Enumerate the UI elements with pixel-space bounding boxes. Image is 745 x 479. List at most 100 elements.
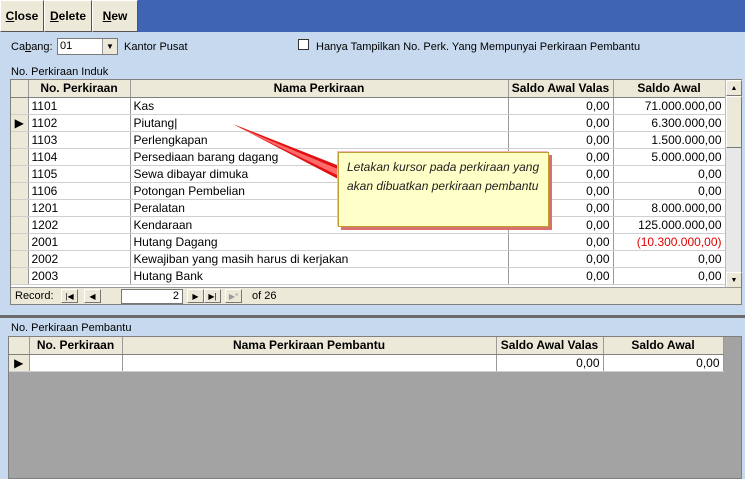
prev-record-icon[interactable]: ◀ — [84, 289, 101, 303]
cell-saldo-awal-valas[interactable]: 0,00 — [508, 131, 614, 149]
dropdown-arrow-icon[interactable]: ▼ — [102, 39, 117, 54]
pembantu-header-saldo-awal-valas[interactable]: Saldo Awal Valas — [496, 337, 604, 355]
close-button-label: lose — [14, 9, 39, 23]
pembantu-header-nama[interactable]: Nama Perkiraan Pembantu — [122, 337, 497, 355]
cabang-label-part2: ang: — [31, 41, 53, 53]
cell-nama-perkiraan-pembantu[interactable] — [122, 354, 497, 372]
cell-no-perkiraan[interactable]: 1104 — [28, 148, 131, 166]
cell-saldo-awal[interactable]: 0,00 — [613, 182, 726, 200]
cell-no-perkiraan[interactable]: 1102 — [28, 114, 131, 132]
cell-saldo-awal[interactable]: 71.000.000,00 — [613, 97, 726, 115]
cell-saldo-awal[interactable]: 0,00 — [603, 354, 724, 372]
row-selector[interactable] — [11, 97, 29, 115]
cell-nama-perkiraan[interactable]: Hutang Dagang — [130, 233, 509, 251]
row-selector[interactable] — [11, 148, 29, 166]
pembantu-grid: No. Perkiraan Nama Perkiraan Pembantu Sa… — [8, 336, 742, 479]
induk-vertical-scrollbar[interactable]: ▲ ▼ — [725, 80, 742, 288]
cell-saldo-awal-valas[interactable]: 0,00 — [496, 354, 604, 372]
cell-nama-perkiraan[interactable]: Kas — [130, 97, 509, 115]
cell-saldo-awal[interactable]: 0,00 — [613, 267, 726, 285]
pembantu-section-label: No. Perkiraan Pembantu — [11, 322, 132, 334]
header-selector — [11, 80, 29, 98]
cell-no-perkiraan[interactable]: 1202 — [28, 216, 131, 234]
table-row[interactable]: 2001 Hutang Dagang 0,00 (10.300.000,00) — [11, 233, 726, 251]
delete-button[interactable]: Delete — [44, 0, 92, 32]
scroll-up-icon[interactable]: ▲ — [726, 80, 742, 96]
kantor-label: Kantor Pusat — [124, 41, 188, 53]
record-navigator: Record: |◀ ◀ 2 ▶ ▶| ▶* of 26 — [11, 287, 741, 304]
last-record-icon[interactable]: ▶| — [204, 289, 221, 303]
cell-nama-perkiraan[interactable]: Hutang Bank — [130, 267, 509, 285]
cell-no-perkiraan[interactable]: 1106 — [28, 182, 131, 200]
cell-saldo-awal[interactable]: 6.300.000,00 — [613, 114, 726, 132]
header-no-perkiraan[interactable]: No. Perkiraan — [28, 80, 131, 98]
pembantu-header-selector — [9, 337, 30, 355]
cell-nama-perkiraan[interactable]: Kewajiban yang masih harus di kerjakan — [130, 250, 509, 268]
table-row[interactable]: 2003 Hutang Bank 0,00 0,00 — [11, 267, 726, 285]
cell-saldo-awal-valas[interactable]: 0,00 — [508, 97, 614, 115]
cell-no-perkiraan[interactable]: 2002 — [28, 250, 131, 268]
text-cursor: | — [174, 115, 178, 130]
table-row[interactable]: 1101 Kas 0,00 71.000.000,00 — [11, 97, 726, 115]
header-saldo-awal[interactable]: Saldo Awal — [613, 80, 726, 98]
row-selector[interactable] — [11, 267, 29, 285]
next-record-icon[interactable]: ▶ — [187, 289, 204, 303]
scroll-down-icon[interactable]: ▼ — [726, 272, 742, 288]
cell-saldo-awal[interactable]: 125.000.000,00 — [613, 216, 726, 234]
row-selector[interactable] — [11, 250, 29, 268]
close-button-accesskey: C — [5, 9, 15, 23]
close-button[interactable]: Close — [0, 0, 44, 32]
cell-no-perkiraan[interactable]: 1103 — [28, 131, 131, 149]
table-row[interactable]: 1103 Perlengkapan 0,00 1.500.000,00 — [11, 131, 726, 149]
row-selector[interactable] — [11, 199, 29, 217]
cell-no-perkiraan[interactable]: 2001 — [28, 233, 131, 251]
cell-saldo-awal-valas[interactable]: 0,00 — [508, 250, 614, 268]
cell-saldo-awal-valas[interactable]: 0,00 — [508, 267, 614, 285]
cabang-value: 01 — [60, 40, 73, 52]
cell-nama-perkiraan[interactable]: Perlengkapan — [130, 131, 509, 149]
toolbar: Close Delete New — [0, 0, 745, 32]
cell-saldo-awal[interactable]: 0,00 — [613, 250, 726, 268]
cell-saldo-awal[interactable]: (10.300.000,00) — [613, 233, 726, 251]
cell-no-perkiraan[interactable]: 1101 — [28, 97, 131, 115]
header-nama-perkiraan[interactable]: Nama Perkiraan — [130, 80, 509, 98]
cell-no-perkiraan[interactable]: 2003 — [28, 267, 131, 285]
table-row[interactable]: ▶ 1102 Piutang| 0,00 6.300.000,00 — [11, 114, 726, 132]
row-selector-icon[interactable]: ▶ — [11, 114, 29, 132]
row-selector[interactable] — [11, 216, 29, 234]
record-number-input[interactable]: 2 — [121, 289, 183, 304]
cell-saldo-awal[interactable]: 1.500.000,00 — [613, 131, 726, 149]
cell-nama-perkiraan[interactable]: Piutang| — [130, 114, 509, 132]
pembantu-header-no-perkiraan[interactable]: No. Perkiraan — [29, 337, 123, 355]
cell-saldo-awal[interactable]: 8.000.000,00 — [613, 199, 726, 217]
row-selector[interactable] — [11, 165, 29, 183]
table-row[interactable]: 2002 Kewajiban yang masih harus di kerjak… — [11, 250, 726, 268]
row-selector[interactable] — [11, 182, 29, 200]
table-row[interactable]: ▶ 0,00 0,00 — [9, 354, 724, 372]
new-record-icon[interactable]: ▶* — [225, 289, 242, 303]
cell-saldo-awal[interactable]: 0,00 — [613, 165, 726, 183]
cell-saldo-awal[interactable]: 5.000.000,00 — [613, 148, 726, 166]
perkiraan-pembantu-checkbox[interactable] — [298, 39, 309, 50]
scroll-thumb[interactable] — [726, 96, 742, 148]
cabang-label-part1: Ca — [11, 41, 26, 53]
row-selector-icon[interactable]: ▶ — [9, 354, 30, 372]
row-selector[interactable] — [11, 131, 29, 149]
induk-header-row: No. Perkiraan Nama Perkiraan Saldo Awal … — [11, 80, 726, 98]
cell-no-perkiraan[interactable]: 1201 — [28, 199, 131, 217]
cell-saldo-awal-valas[interactable]: 0,00 — [508, 233, 614, 251]
pembantu-header-row: No. Perkiraan Nama Perkiraan Pembantu Sa… — [9, 337, 724, 355]
delete-button-label: elete — [58, 9, 87, 23]
cell-saldo-awal-valas[interactable]: 0,00 — [508, 114, 614, 132]
row-selector[interactable] — [11, 233, 29, 251]
induk-section-label: No. Perkiraan Induk — [11, 66, 109, 78]
pembantu-header-saldo-awal[interactable]: Saldo Awal — [603, 337, 724, 355]
header-saldo-awal-valas[interactable]: Saldo Awal Valas — [508, 80, 614, 98]
new-button[interactable]: New — [92, 0, 138, 32]
cell-no-perkiraan[interactable] — [29, 354, 123, 372]
first-record-icon[interactable]: |◀ — [61, 289, 78, 303]
cabang-combo[interactable]: 01 ▼ — [57, 38, 118, 55]
callout-note: Letakan kursor pada perkiraan yang akan … — [338, 152, 549, 227]
cell-no-perkiraan[interactable]: 1105 — [28, 165, 131, 183]
cabang-label: Cabang: — [11, 41, 53, 53]
